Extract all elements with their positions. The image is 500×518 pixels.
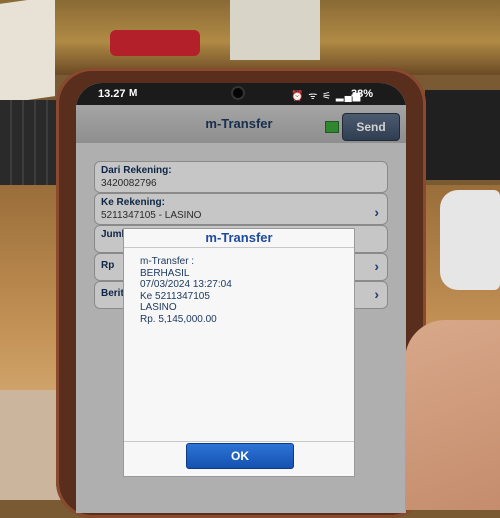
- background-mouse: [440, 190, 500, 290]
- battery-level: 38%: [351, 88, 374, 100]
- background-box: [0, 0, 55, 104]
- dialog-line: 07/03/2024 13:27:04: [140, 279, 232, 290]
- background-hand: [405, 320, 500, 510]
- background-keyboard: [0, 100, 60, 190]
- dialog-line: LASINO: [140, 302, 177, 313]
- phone-screen: 13.27 M ⏰ ᯤ ⚟ ▂▄▆ 38% m-Transfer Send Da…: [76, 83, 406, 513]
- mail-icon: M: [129, 88, 138, 99]
- dialog-line: m-Transfer :: [140, 256, 195, 267]
- dialog-line: BERHASIL: [140, 267, 190, 279]
- dialog-line: Rp. 5,145,000.00: [140, 313, 217, 325]
- background-wall: [230, 0, 320, 60]
- dialog-title: m-Transfer: [124, 229, 354, 248]
- ok-button[interactable]: OK: [186, 443, 294, 469]
- status-time: 13.27: [98, 88, 126, 100]
- status-bar: 13.27 M ⏰ ᯤ ⚟ ▂▄▆ 38%: [76, 83, 406, 105]
- dialog-divider: [124, 441, 354, 442]
- result-dialog: m-Transfer m-Transfer : BERHASIL 07/03/2…: [123, 228, 355, 477]
- background-cable: [110, 30, 200, 56]
- front-camera: [231, 86, 245, 100]
- dialog-line: Ke 5211347105: [140, 290, 210, 302]
- background-shadow: [425, 90, 500, 180]
- dialog-message: m-Transfer : BERHASIL 07/03/2024 13:27:0…: [140, 256, 232, 325]
